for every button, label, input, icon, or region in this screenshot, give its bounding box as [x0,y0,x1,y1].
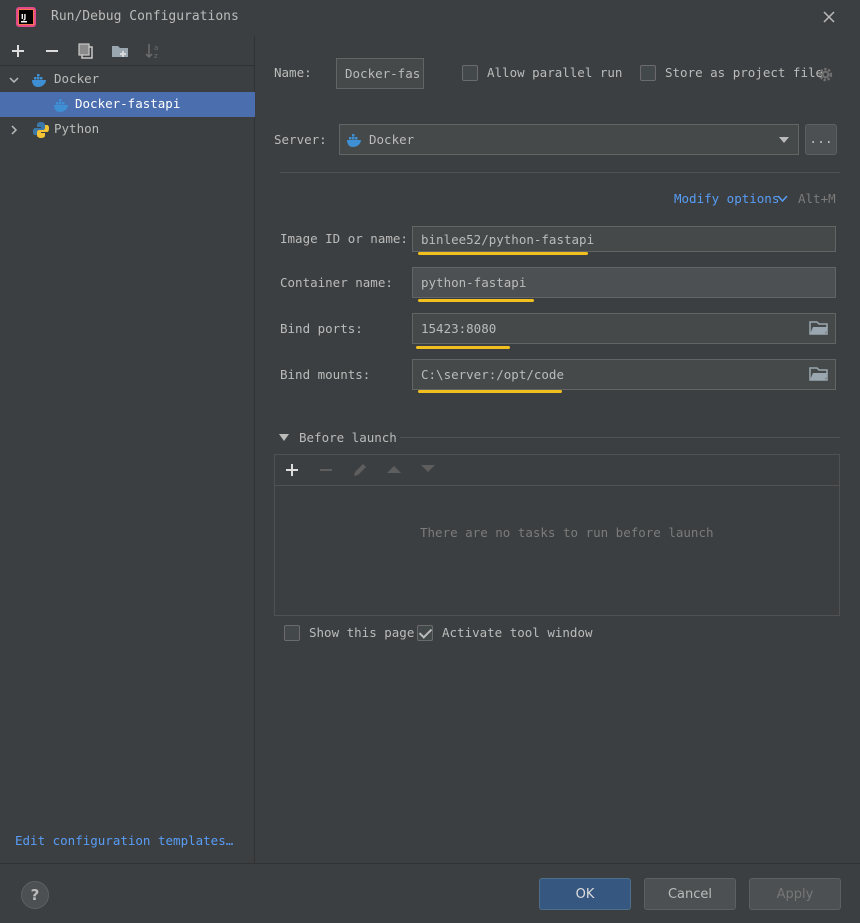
tree-item-label: Python [54,121,100,136]
name-label: Name: [274,65,312,80]
edit-icon[interactable] [351,461,369,479]
tree-item-python[interactable]: Python [0,117,255,142]
modify-options-link[interactable]: Modify options [674,191,779,206]
image-label: Image ID or name: [280,231,408,246]
tree-toolbar: az [0,36,255,66]
close-icon[interactable] [820,8,838,26]
server-select[interactable]: Docker [339,124,799,155]
server-more-button[interactable]: ... [805,124,837,155]
chevron-down-icon[interactable] [7,73,21,87]
mounts-label: Bind mounts: [280,367,371,382]
store-project-checkbox[interactable] [640,65,656,81]
allow-parallel-checkbox[interactable] [462,65,478,81]
help-button[interactable]: ? [21,881,49,909]
image-field[interactable]: binlee52/python-fastapi [412,226,836,252]
ports-value: 15423:8080 [421,321,497,336]
apply-button[interactable]: Apply [749,878,841,910]
python-icon [33,122,49,138]
copy-icon[interactable] [75,40,97,62]
activate-tool-checkbox[interactable] [417,625,433,641]
server-label: Server: [274,132,327,147]
remove-icon[interactable] [41,40,63,62]
gear-icon[interactable] [817,66,834,83]
move-down-icon[interactable] [419,463,437,475]
mounts-value: C:\server:/opt/code [421,367,564,382]
window-title: Run/Debug Configurations [51,9,239,24]
dropdown-arrow-icon[interactable] [778,136,790,144]
container-label: Container name: [280,275,393,290]
docker-icon [32,74,46,87]
move-up-icon[interactable] [385,463,403,475]
tree-item-docker-fastapi[interactable]: Docker-fastapi [0,92,255,117]
separator [400,437,840,438]
intellij-app-icon: IJ [16,7,36,27]
empty-tasks-message: There are no tasks to run before launch [420,525,714,540]
sort-icon[interactable]: az [143,40,165,62]
configuration-form: Name: Docker-fas Allow parallel run Stor… [256,36,860,863]
add-icon[interactable] [7,40,29,62]
title-bar: IJ Run/Debug Configurations [0,0,860,34]
tree-item-docker[interactable]: Docker [0,67,255,92]
dialog-footer: ? OK Cancel Apply [0,863,860,923]
highlight-underline [418,390,562,393]
tree-item-label: Docker [54,71,100,86]
name-field[interactable]: Docker-fas [336,58,424,89]
configurations-tree-panel: az Docker Docker-fastapi Python Edit con… [0,36,255,863]
remove-icon[interactable] [317,461,335,479]
chevron-right-icon[interactable] [7,123,21,137]
add-icon[interactable] [283,461,301,479]
chevron-down-icon[interactable] [777,195,788,203]
highlight-underline [418,252,588,255]
ports-field[interactable]: 15423:8080 [412,313,836,344]
cancel-button[interactable]: Cancel [644,878,736,910]
modify-options-shortcut: Alt+M [798,191,836,206]
edit-templates-link[interactable]: Edit configuration templates… [15,833,233,848]
mounts-field[interactable]: C:\server:/opt/code [412,359,836,390]
highlight-underline [418,299,534,302]
show-page-checkbox[interactable] [284,625,300,641]
allow-parallel-label: Allow parallel run [487,65,623,80]
new-folder-icon[interactable] [109,40,131,62]
container-field[interactable]: python-fastapi [412,267,836,298]
highlight-underline [416,346,510,349]
activate-tool-label: Activate tool window [442,625,593,640]
folder-icon[interactable] [809,320,829,336]
server-value: Docker [369,132,415,147]
svg-text:z: z [154,52,158,60]
store-project-label: Store as project file [665,65,824,80]
folder-icon[interactable] [809,366,829,382]
svg-text:IJ: IJ [21,13,26,21]
before-launch-panel: There are no tasks to run before launch [274,454,840,616]
separator [280,172,840,173]
triangle-down-icon[interactable] [278,433,290,442]
ports-label: Bind ports: [280,321,363,336]
svg-text:a: a [154,44,158,52]
before-launch-label: Before launch [299,430,397,445]
docker-icon [347,133,361,147]
show-page-label: Show this page [309,625,415,640]
tree-item-label: Docker-fastapi [75,96,181,111]
docker-icon [54,99,68,112]
before-launch-toolbar [275,455,839,486]
ok-button[interactable]: OK [539,878,631,910]
